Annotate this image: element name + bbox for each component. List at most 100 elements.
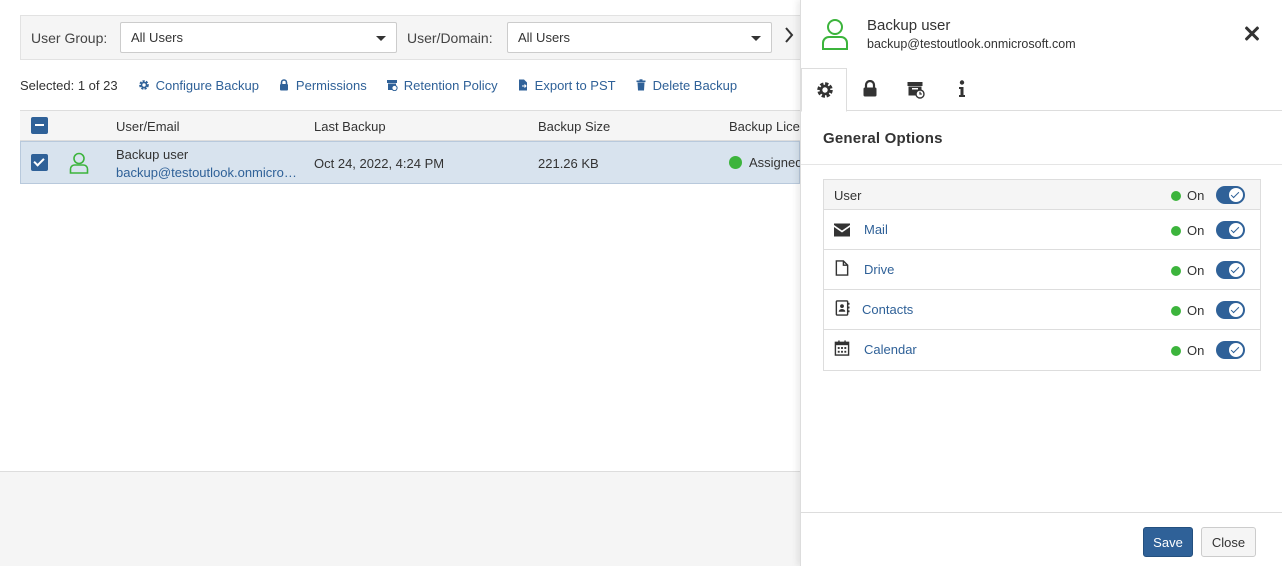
col-backup-size[interactable]: Backup Size [538,119,610,134]
filter-bar: User Group: All Users User/Domain: All U… [20,15,800,60]
check-icon [1229,223,1243,237]
panel-header: Backup user backup@testoutlook.onmicroso… [801,0,1282,68]
option-status: On [1171,263,1204,278]
row-user-name: Backup user [116,147,189,162]
divider [801,164,1282,165]
save-button[interactable]: Save [1143,527,1193,557]
export-pst-button[interactable]: Export to PST [517,78,616,93]
envelope-icon [834,223,850,237]
gear-icon [817,82,833,98]
row-license-label: Assigned [749,155,800,170]
user-icon [69,152,89,174]
user-domain-select[interactable]: All Users [507,22,772,53]
option-status: On [1171,343,1204,358]
option-status-label: On [1187,263,1205,278]
toggle-calendar[interactable] [1216,341,1245,359]
permissions-label: Permissions [295,77,367,93]
status-dot-icon [1171,190,1181,201]
check-icon [1229,343,1243,357]
close-icon[interactable] [1242,24,1262,44]
table-row[interactable]: Backup user backup@testoutlook.onmicro… … [20,141,800,184]
toggle-contacts[interactable] [1216,301,1245,319]
option-label[interactable]: Contacts [862,302,913,317]
retention-policy-label: Retention Policy [403,77,498,93]
lock-icon [863,80,877,97]
option-status: On [1171,303,1204,318]
main-content: User Group: All Users User/Domain: All U… [0,0,800,471]
option-user: User On [824,180,1260,210]
status-dot-icon [1171,225,1181,236]
tab-retention[interactable] [893,68,939,111]
col-last-backup[interactable]: Last Backup [314,119,386,134]
chevron-down-icon [751,36,761,41]
user-domain-label: User/Domain: [407,30,493,46]
user-detail-panel: Backup user backup@testoutlook.onmicroso… [800,0,1282,566]
row-license-status: Assigned [729,155,800,170]
option-status: On [1171,223,1204,238]
option-status-label: On [1187,343,1205,358]
user-group-value: All Users [131,30,184,45]
status-dot-icon [729,156,742,169]
panel-user-email: backup@testoutlook.onmicrosoft.com [867,37,1076,51]
option-status: On [1171,188,1204,203]
row-checkbox[interactable] [31,154,48,171]
option-label[interactable]: Calendar [864,342,917,357]
toggle-drive[interactable] [1216,261,1245,279]
tab-permissions[interactable] [847,68,893,111]
file-icon [835,260,849,276]
trash-icon [636,79,646,91]
col-backup-license[interactable]: Backup Licer [729,119,800,134]
close-button[interactable]: Close [1201,527,1256,557]
status-dot-icon [1171,265,1181,276]
status-dot-icon [1171,305,1181,316]
configure-backup-button[interactable]: Configure Backup [138,78,259,93]
main-footer-area [0,471,800,566]
option-label[interactable]: Drive [864,262,894,277]
option-label: User [834,188,862,203]
select-all-checkbox[interactable] [31,117,48,134]
chevron-right-icon[interactable] [784,26,794,44]
tab-general-options[interactable] [801,68,847,112]
row-last-backup: Oct 24, 2022, 4:24 PM [314,156,445,171]
backup-table: User/Email Last Backup Backup Size Backu… [20,110,800,184]
archive-clock-icon [907,82,925,99]
status-dot-icon [1171,345,1181,356]
col-user-email[interactable]: User/Email [116,119,180,134]
table-header: User/Email Last Backup Backup Size Backu… [20,110,800,141]
option-label[interactable]: Mail [864,222,888,237]
option-drive: Drive On [824,250,1260,290]
check-icon [1229,263,1243,277]
calendar-icon [834,340,850,356]
option-status-label: On [1187,303,1205,318]
configure-backup-label: Configure Backup [155,77,259,93]
panel-tabs [801,68,1282,112]
row-user-email[interactable]: backup@testoutlook.onmicro… [116,165,297,180]
archive-clock-icon [386,80,398,91]
user-group-label: User Group: [31,30,108,46]
action-toolbar: Selected: 1 of 23 Configure Backup Permi… [20,77,756,93]
gear-icon [138,80,149,90]
user-icon [822,19,848,50]
option-contacts: Contacts On [824,290,1260,330]
selection-count: Selected: 1 of 23 [20,77,118,93]
tab-info[interactable] [939,68,985,111]
toggle-mail[interactable] [1216,221,1245,239]
toggle-user[interactable] [1216,186,1245,204]
options-list: User On Mail On Drive On Contacts On Cal… [823,179,1261,371]
file-export-icon [518,79,527,91]
user-group-select[interactable]: All Users [120,22,397,53]
export-pst-label: Export to PST [534,77,616,93]
option-mail: Mail On [824,210,1260,250]
check-icon [1229,303,1243,317]
row-backup-size: 221.26 KB [538,156,599,171]
lock-icon [279,79,288,91]
retention-policy-button[interactable]: Retention Policy [386,78,498,93]
user-domain-value: All Users [518,30,571,45]
panel-user-name: Backup user [867,17,951,34]
option-status-label: On [1187,188,1205,203]
info-icon [959,80,965,97]
section-title: General Options [823,130,943,147]
option-status-label: On [1187,223,1205,238]
permissions-button[interactable]: Permissions [278,78,367,93]
delete-backup-button[interactable]: Delete Backup [635,78,737,93]
